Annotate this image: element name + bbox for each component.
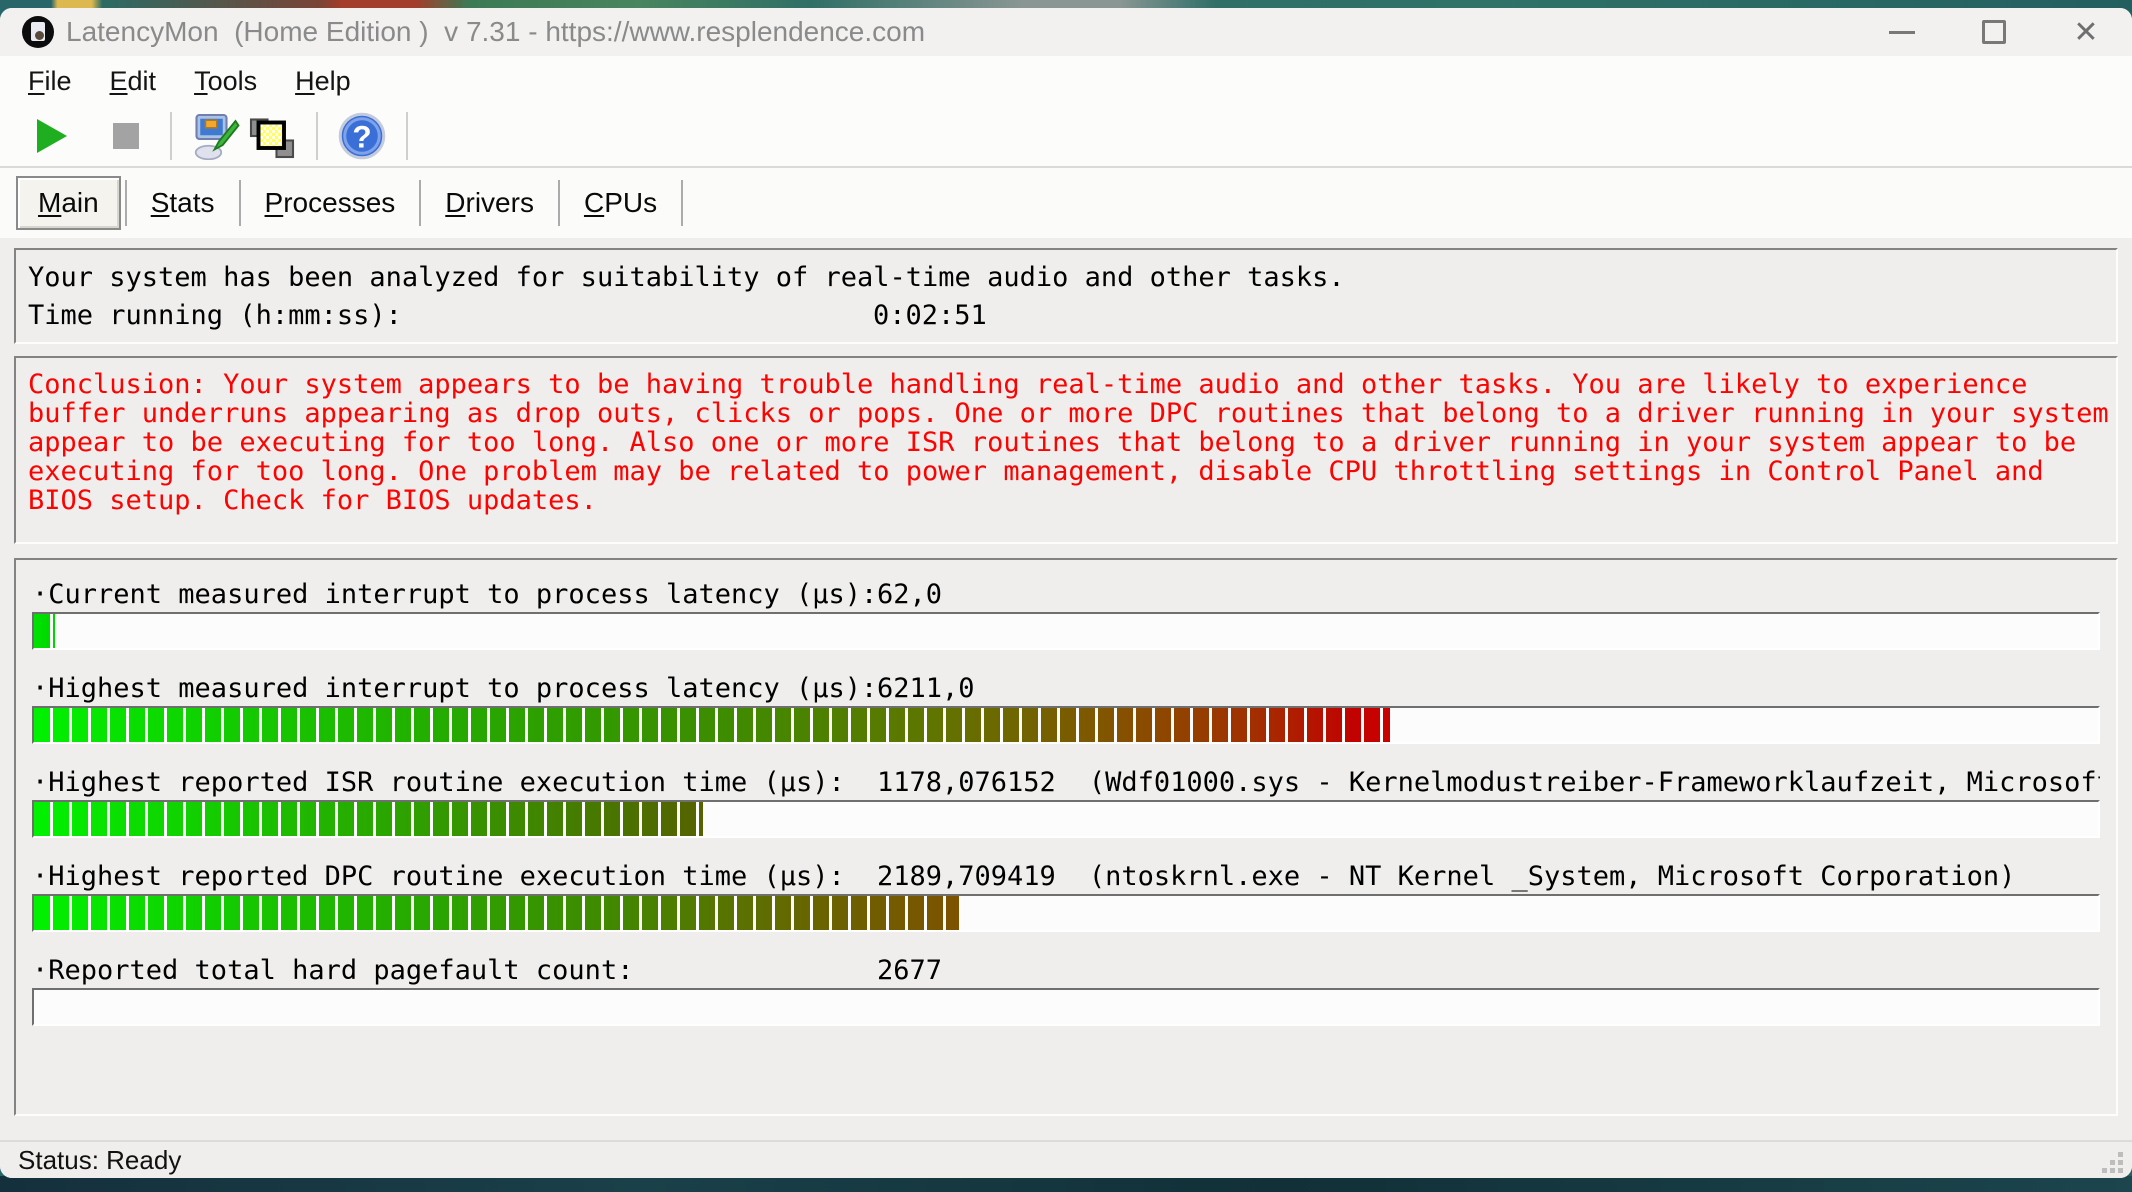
window-title: LatencyMon (Home Edition ) v 7.31 - http… bbox=[66, 16, 925, 48]
app-icon bbox=[22, 16, 54, 48]
analysis-box: Your system has been analyzed for suitab… bbox=[14, 248, 2118, 344]
time-running-label: Time running (h:mm:ss): bbox=[28, 300, 873, 331]
tab-cpus[interactable]: CPUs bbox=[560, 187, 681, 219]
minimize-icon bbox=[1889, 31, 1915, 34]
highest-latency-value: 6211,0 bbox=[877, 673, 975, 704]
tab-bar: Main Stats Processes Drivers CPUs bbox=[0, 168, 2132, 238]
highest-latency-bar bbox=[32, 706, 2100, 744]
menu-edit[interactable]: Edit bbox=[110, 66, 157, 97]
menu-tools[interactable]: Tools bbox=[194, 66, 257, 97]
main-panel: Your system has been analyzed for suitab… bbox=[0, 238, 2132, 1140]
toolbar: ? bbox=[0, 106, 2132, 168]
tab-main[interactable]: Main bbox=[16, 176, 121, 230]
measurement-row: ·Current measured interrupt to process l… bbox=[32, 576, 2100, 650]
window-controls: ✕ bbox=[1856, 8, 2132, 56]
time-running-line: Time running (h:mm:ss): 0:02:51 bbox=[28, 296, 2116, 334]
tab-separator bbox=[681, 180, 683, 226]
title-bar[interactable]: LatencyMon (Home Edition ) v 7.31 - http… bbox=[0, 8, 2132, 56]
highest-latency-label: ·Highest measured interrupt to process l… bbox=[32, 673, 877, 704]
isr-driver-info: (Wdf01000.sys - Kernelmodustreiber-Frame… bbox=[1089, 767, 2100, 798]
menu-help[interactable]: Help bbox=[295, 66, 351, 97]
menu-bar: File Edit Tools Help bbox=[0, 56, 2132, 106]
stop-icon bbox=[113, 123, 139, 149]
measurements-box: ·Current measured interrupt to process l… bbox=[14, 558, 2118, 1116]
measurement-row: ·Highest reported ISR routine execution … bbox=[32, 764, 2100, 838]
close-button[interactable]: ✕ bbox=[2040, 8, 2132, 56]
tab-processes[interactable]: Processes bbox=[241, 187, 420, 219]
help-button[interactable]: ? bbox=[334, 110, 390, 162]
options-button[interactable] bbox=[188, 110, 244, 162]
pagefault-label: ·Reported total hard pagefault count: bbox=[32, 955, 877, 986]
analysis-text: Your system has been analyzed for suitab… bbox=[28, 262, 1345, 293]
tab-drivers[interactable]: Drivers bbox=[421, 187, 558, 219]
pagefault-bar bbox=[32, 988, 2100, 1026]
current-latency-value: 62,0 bbox=[877, 579, 942, 610]
conclusion-text: Conclusion: Your system appears to be ha… bbox=[28, 370, 2116, 515]
help-icon: ? bbox=[338, 112, 386, 160]
close-icon: ✕ bbox=[2073, 15, 2098, 50]
status-bar: Status: Ready bbox=[0, 1140, 2132, 1178]
toolbar-separator bbox=[316, 112, 318, 160]
measurement-row: ·Reported total hard pagefault count: 26… bbox=[32, 952, 2100, 1026]
measurement-row: ·Highest measured interrupt to process l… bbox=[32, 670, 2100, 744]
resize-grip-icon[interactable] bbox=[2102, 1152, 2124, 1174]
settings-icon bbox=[192, 112, 240, 160]
dpc-time-label: ·Highest reported DPC routine execution … bbox=[32, 861, 877, 892]
maximize-button[interactable] bbox=[1948, 8, 2040, 56]
dpc-time-value: 2189,709419 bbox=[877, 861, 1056, 892]
minimize-button[interactable] bbox=[1856, 8, 1948, 56]
measurement-row: ·Highest reported DPC routine execution … bbox=[32, 858, 2100, 932]
copy-report-button[interactable] bbox=[244, 110, 300, 162]
status-text: Status: Ready bbox=[18, 1145, 181, 1176]
current-latency-label: ·Current measured interrupt to process l… bbox=[32, 579, 877, 610]
play-icon bbox=[37, 119, 67, 153]
time-running-value: 0:02:51 bbox=[873, 300, 987, 331]
copy-icon bbox=[248, 112, 296, 160]
desktop-background: LatencyMon (Home Edition ) v 7.31 - http… bbox=[0, 0, 2132, 1192]
toolbar-separator bbox=[406, 112, 408, 160]
menu-file[interactable]: File bbox=[28, 66, 72, 97]
isr-time-bar bbox=[32, 800, 2100, 838]
isr-time-label: ·Highest reported ISR routine execution … bbox=[32, 767, 877, 798]
svg-text:?: ? bbox=[352, 118, 371, 154]
start-button[interactable] bbox=[24, 110, 80, 162]
analysis-line: Your system has been analyzed for suitab… bbox=[28, 258, 2116, 296]
maximize-icon bbox=[1982, 20, 2006, 44]
dpc-driver-info: (ntoskrnl.exe - NT Kernel _System, Micro… bbox=[1089, 861, 2016, 892]
latencymon-window: LatencyMon (Home Edition ) v 7.31 - http… bbox=[0, 8, 2132, 1178]
stop-button[interactable] bbox=[98, 110, 154, 162]
current-latency-bar bbox=[32, 612, 2100, 650]
dpc-time-bar bbox=[32, 894, 2100, 932]
isr-time-value: 1178,076152 bbox=[877, 767, 1056, 798]
tab-stats[interactable]: Stats bbox=[127, 187, 239, 219]
toolbar-separator bbox=[170, 112, 172, 160]
pagefault-value: 2677 bbox=[877, 955, 942, 986]
conclusion-box: Conclusion: Your system appears to be ha… bbox=[14, 356, 2118, 544]
